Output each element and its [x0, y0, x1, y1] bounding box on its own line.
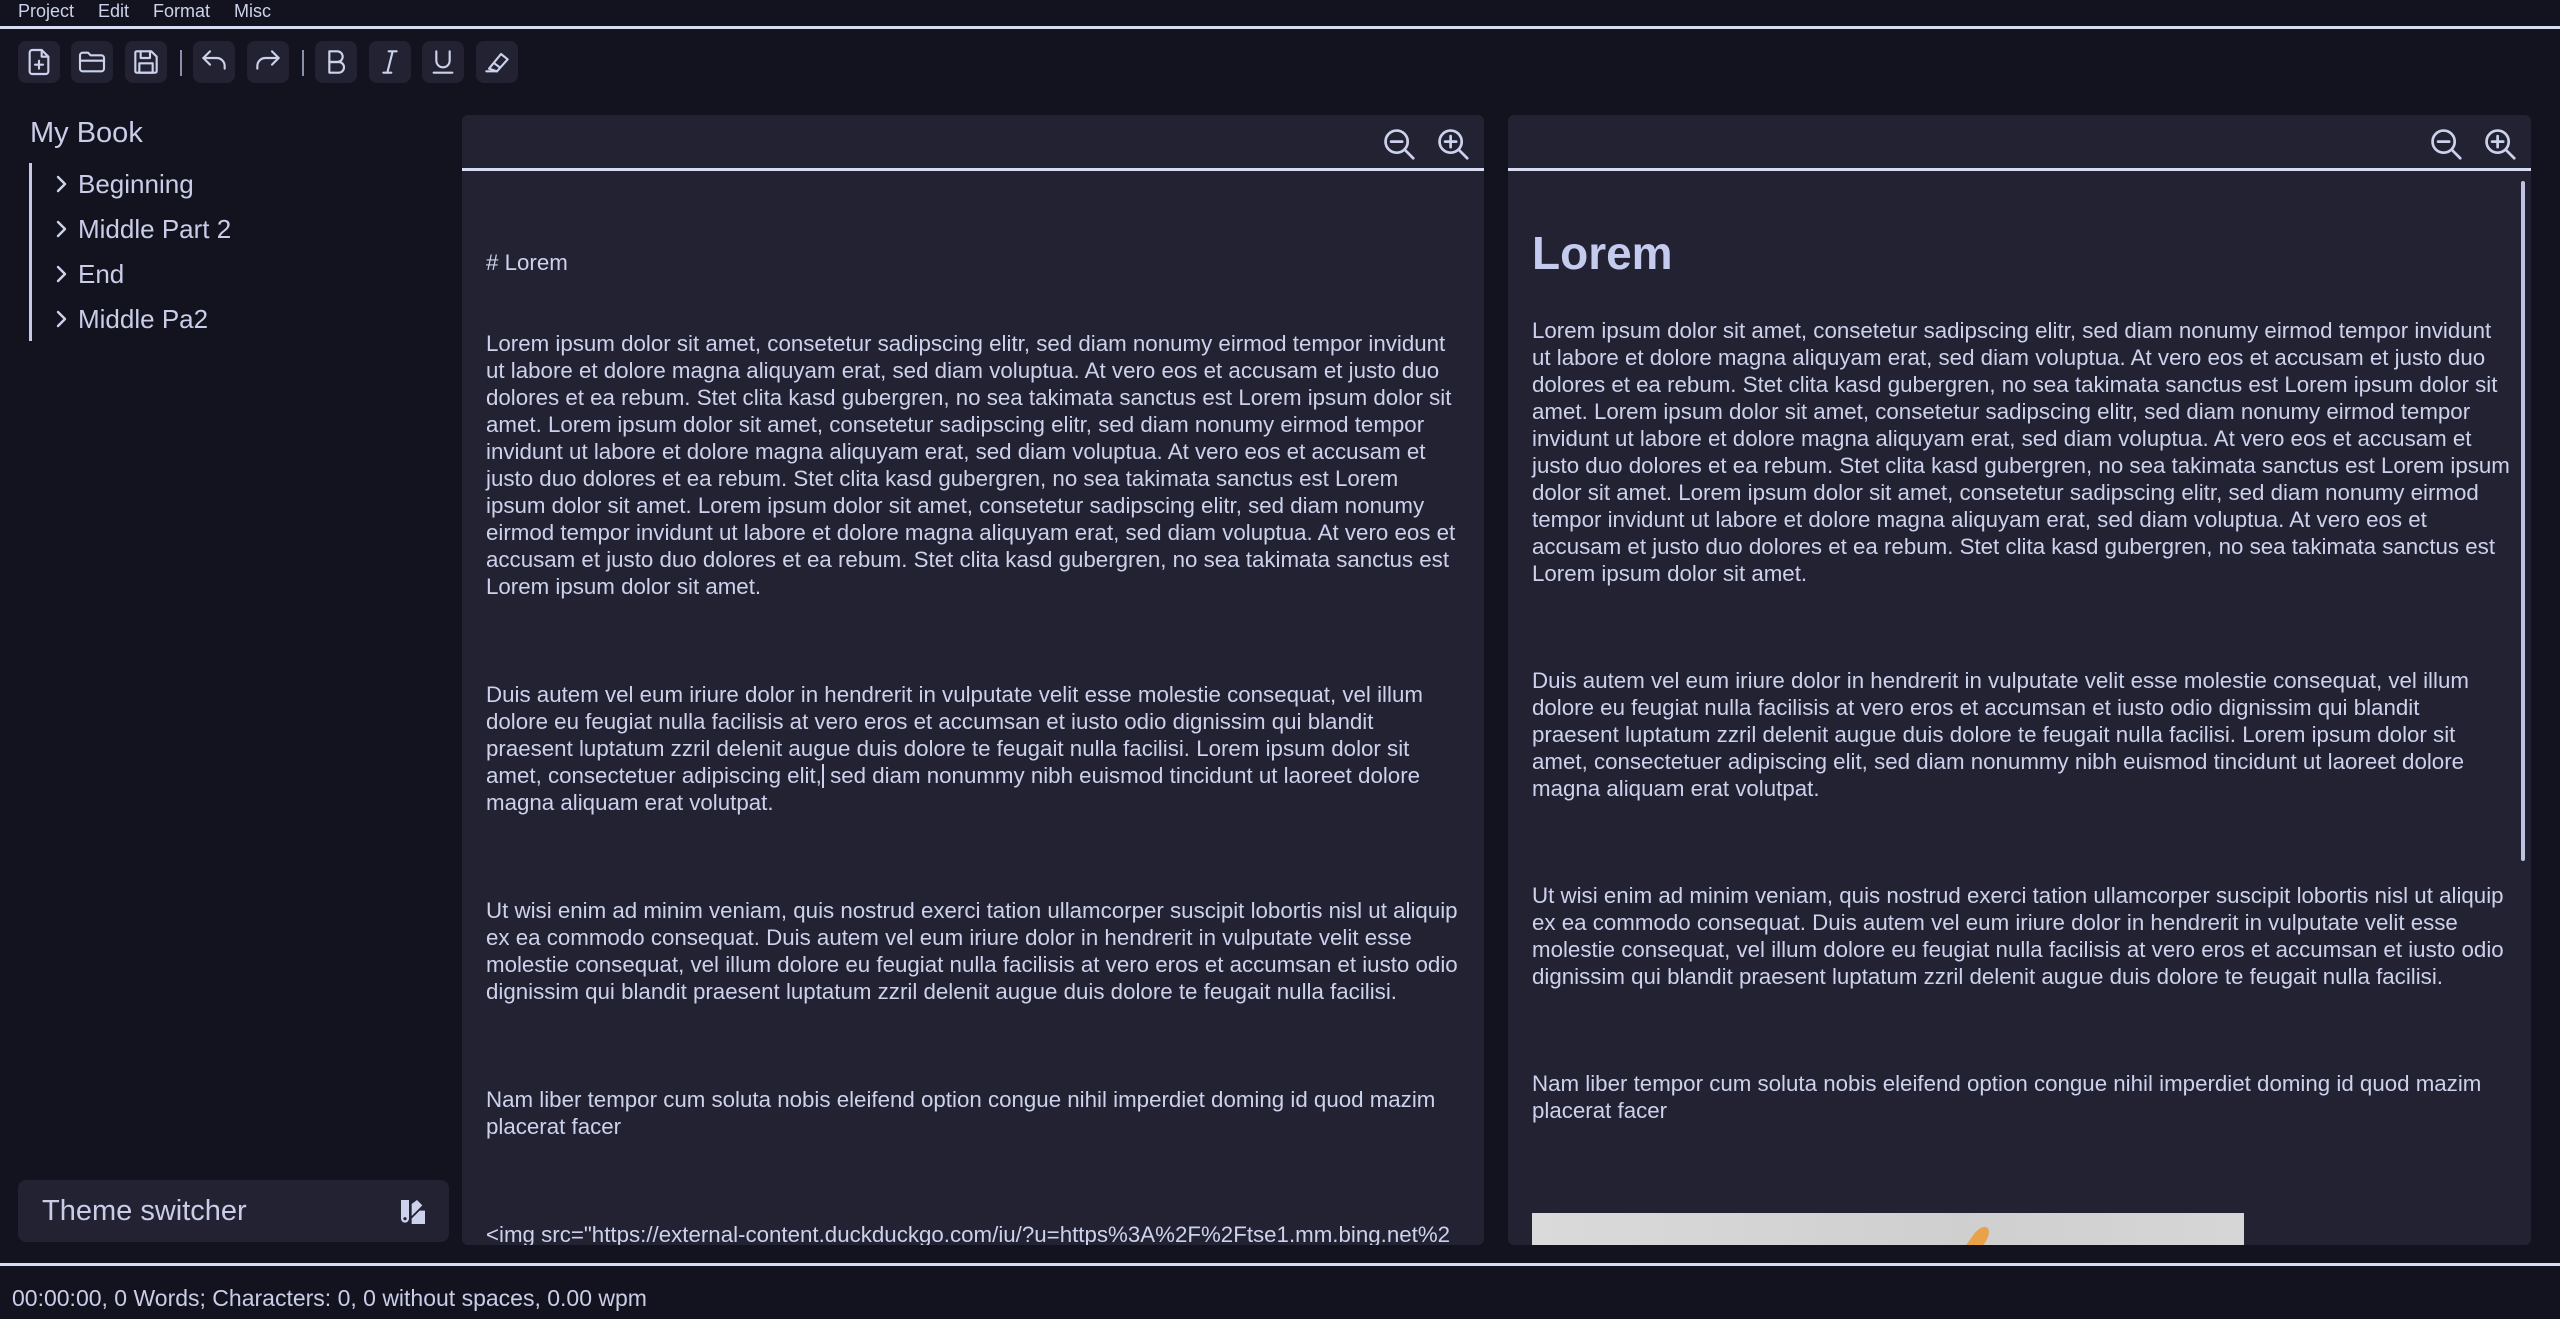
- preview-paragraph-3: Ut wisi enim ad minim veniam, quis nostr…: [1532, 883, 2504, 989]
- toolbar-separator: [180, 50, 182, 76]
- underline-icon: [432, 50, 454, 74]
- zoom-in-icon[interactable]: [2481, 125, 2519, 163]
- toolbar: [0, 29, 2560, 95]
- tree-item-label: Middle Pa2: [78, 303, 209, 334]
- markdown-preview: Lorem Lorem ipsum dolor sit amet, conset…: [1532, 225, 2512, 1204]
- open-folder-icon: [78, 51, 106, 73]
- tree-item-middle-part-2[interactable]: Middle Part 2: [52, 209, 231, 249]
- new-file-button[interactable]: [18, 41, 60, 83]
- status-text: 00:00:00, 0 Words; Characters: 0, 0 with…: [12, 1285, 647, 1311]
- open-button[interactable]: [71, 41, 113, 83]
- tree-item-middle-pa2[interactable]: Middle Pa2: [52, 299, 208, 339]
- preview-paragraph-2: Duis autem vel eum iriure dolor in hendr…: [1532, 668, 2469, 801]
- markdown-editor[interactable]: # Lorem Lorem ipsum dolor sit amet, cons…: [486, 195, 1461, 1245]
- menu-format[interactable]: Format: [153, 0, 210, 22]
- new-file-icon: [28, 48, 50, 76]
- chevron-right-icon: [56, 175, 67, 193]
- book-title[interactable]: My Book: [30, 115, 143, 151]
- tree-item-beginning[interactable]: Beginning: [52, 164, 194, 204]
- undo-icon: [202, 50, 226, 70]
- redo-icon: [256, 50, 280, 70]
- clear-format-button[interactable]: [476, 41, 518, 83]
- underline-button[interactable]: [422, 41, 464, 83]
- redo-button[interactable]: [247, 41, 289, 83]
- status-bar: 00:00:00, 0 Words; Characters: 0, 0 with…: [0, 1263, 2560, 1319]
- editor-image-tag: <img src="https://external-content.duckd…: [486, 1222, 1451, 1245]
- undo-button[interactable]: [193, 41, 235, 83]
- bold-button[interactable]: [315, 41, 357, 83]
- editor-paragraph-1: Lorem ipsum dolor sit amet, consetetur s…: [486, 331, 1456, 599]
- clear-format-icon: [485, 52, 509, 73]
- chevron-right-icon: [56, 310, 67, 328]
- preview-heading: Lorem: [1532, 227, 1673, 279]
- tree-item-label: Middle Part 2: [78, 213, 232, 244]
- chevron-right-icon: [56, 220, 67, 238]
- zoom-out-icon[interactable]: [1380, 125, 1418, 163]
- preview-pane: Lorem Lorem ipsum dolor sit amet, conset…: [1508, 115, 2531, 1245]
- theme-switcher-label: Theme switcher: [42, 1195, 247, 1227]
- theme-switcher-button[interactable]: Theme switcher: [18, 1180, 449, 1242]
- preview-header: [1508, 115, 2531, 171]
- menu-bar: Project Edit Format Misc: [0, 0, 2560, 29]
- italic-button[interactable]: [369, 41, 411, 83]
- tree-item-end[interactable]: End: [52, 254, 124, 294]
- preview-scrollbar[interactable]: [2521, 181, 2525, 861]
- editor-header: [462, 115, 1484, 171]
- editor-paragraph-3: Ut wisi enim ad minim veniam, quis nostr…: [486, 898, 1458, 1004]
- editor-paragraph-2: Duis autem vel eum iriure dolor in hendr…: [486, 681, 1461, 816]
- editor-pane: # Lorem Lorem ipsum dolor sit amet, cons…: [462, 115, 1484, 1245]
- preview-paragraph-4: Nam liber tempor cum soluta nobis eleife…: [1532, 1071, 2482, 1123]
- image-detail: [1965, 1223, 1993, 1245]
- preview-paragraph-1: Lorem ipsum dolor sit amet, consetetur s…: [1532, 318, 2510, 586]
- palette-swatch-icon: [401, 1200, 425, 1224]
- menu-misc[interactable]: Misc: [234, 0, 271, 22]
- editor-paragraph-4: Nam liber tempor cum soluta nobis eleife…: [486, 1087, 1436, 1139]
- menu-project[interactable]: Project: [18, 0, 74, 22]
- tree-item-label: End: [78, 258, 125, 289]
- chevron-right-icon: [56, 265, 67, 283]
- italic-icon: [382, 50, 398, 74]
- toolbar-separator: [302, 50, 304, 76]
- bold-icon: [328, 50, 345, 74]
- zoom-out-icon[interactable]: [2427, 125, 2465, 163]
- zoom-in-icon[interactable]: [1434, 125, 1472, 163]
- editor-heading-line: # Lorem: [486, 250, 568, 275]
- save-button[interactable]: [125, 41, 167, 83]
- save-icon: [134, 50, 158, 74]
- tree-guide-line: [29, 163, 32, 341]
- tree-item-label: Beginning: [78, 168, 194, 199]
- sidebar: My Book Beginning Middle Part 2 End Midd…: [0, 95, 462, 1260]
- menu-edit[interactable]: Edit: [98, 0, 129, 22]
- preview-image: [1532, 1213, 2244, 1245]
